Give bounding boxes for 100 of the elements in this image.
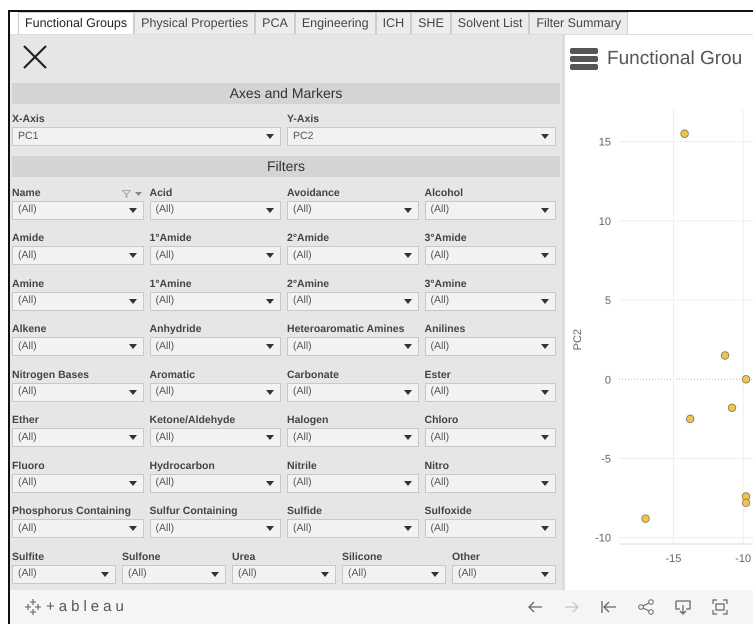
filter-label: 1°Amide — [150, 232, 192, 246]
tab[interactable]: Engineering — [294, 12, 376, 34]
section-header: Filters — [12, 156, 560, 176]
filter-label: Nitro — [424, 460, 449, 474]
filter-label: Ether — [12, 414, 39, 428]
caret-icon — [266, 208, 274, 213]
caret-icon — [266, 253, 274, 258]
filter-dropdown[interactable]: (All) — [150, 428, 281, 448]
tab[interactable]: ICH — [376, 12, 412, 34]
axis-tick-label: 15 — [598, 136, 611, 148]
fullscreen-icon[interactable] — [711, 598, 729, 616]
data-point[interactable] — [728, 403, 736, 412]
filter-label: 1°Amine — [150, 278, 192, 292]
filter-dropdown[interactable]: (All) — [452, 564, 556, 584]
filter-label: Fluoro — [12, 460, 45, 474]
tab[interactable]: Filter Summary — [529, 12, 628, 34]
filter-dropdown[interactable]: (All) — [232, 564, 336, 584]
filter-dropdown[interactable]: (All) — [150, 292, 281, 311]
logo-icon — [24, 598, 42, 616]
axis-tick-label: 5 — [604, 294, 611, 307]
filter-dropdown[interactable]: (All) — [150, 519, 281, 538]
filter-dropdown[interactable]: (All) — [12, 246, 144, 266]
filter-dropdown[interactable]: (All) — [287, 200, 418, 220]
caret-icon — [404, 480, 412, 486]
caret-icon — [404, 344, 412, 350]
caret-icon — [266, 298, 274, 304]
caret-icon — [128, 208, 136, 213]
filter-dropdown[interactable]: (All) — [287, 292, 418, 311]
caret-icon[interactable] — [134, 192, 142, 196]
filter-dropdown[interactable]: (All) — [424, 337, 556, 356]
filter-dropdown[interactable]: (All) — [287, 382, 418, 402]
caret-icon — [541, 572, 549, 577]
filter-label: Carbonate — [287, 368, 339, 383]
filter-dropdown[interactable]: (All) — [342, 564, 446, 584]
filter-dropdown[interactable]: (All) — [12, 382, 144, 402]
filter-label: Ester — [424, 368, 451, 383]
tab[interactable]: SHE — [411, 12, 451, 34]
filter-label: 2°Amine — [287, 278, 330, 292]
caret-icon — [321, 572, 329, 577]
filter-dropdown[interactable]: (All) — [150, 382, 281, 402]
filter-dropdown[interactable]: (All) — [287, 246, 418, 266]
data-point[interactable] — [742, 498, 750, 507]
filter-dropdown[interactable]: (All) — [12, 292, 144, 311]
chart-title: Functional Grou — [607, 47, 742, 71]
filter-dropdown[interactable]: (All) — [12, 519, 144, 538]
caret-icon — [404, 526, 412, 532]
download-icon[interactable] — [674, 598, 692, 616]
filter-label: Sulfite — [12, 550, 44, 565]
caret-icon — [541, 253, 549, 258]
axis-tick-label: 0 — [604, 374, 611, 386]
share-icon[interactable] — [637, 598, 655, 616]
filter-dropdown[interactable]: (All) — [150, 337, 281, 356]
filter-dropdown[interactable]: (All) — [12, 564, 116, 584]
filter-dropdown[interactable]: (All) — [424, 382, 556, 402]
filter-dropdown[interactable]: (All) — [424, 474, 556, 493]
filter-dropdown[interactable]: (All) — [150, 474, 281, 493]
data-point[interactable] — [742, 374, 750, 383]
tab[interactable]: Physical Properties — [134, 12, 256, 34]
filter-label: Chloro — [424, 414, 458, 428]
caret-icon — [404, 253, 412, 258]
filter-dropdown[interactable]: (All) — [424, 428, 556, 448]
filter-dropdown[interactable]: (All) — [424, 246, 556, 266]
caret-icon — [404, 390, 412, 395]
filter-dropdown[interactable]: (All) — [122, 564, 226, 584]
filter-dropdown[interactable]: (All) — [150, 246, 281, 266]
filter-dropdown[interactable]: (All) — [287, 337, 418, 356]
filter-label: Amide — [12, 232, 44, 246]
data-point[interactable] — [720, 350, 730, 360]
section-header: Axes and Markers — [12, 82, 560, 104]
filter-dropdown[interactable]: PC2 — [287, 127, 556, 146]
filter-dropdown[interactable]: (All) — [287, 519, 418, 538]
filter-dropdown[interactable]: (All) — [12, 474, 144, 493]
filter-dropdown[interactable]: (All) — [424, 292, 556, 311]
stack-icon[interactable] — [569, 47, 599, 72]
first-page-icon[interactable] — [600, 598, 618, 616]
caret-icon — [541, 298, 549, 304]
filter-dropdown[interactable]: (All) — [424, 519, 556, 538]
filter-dropdown[interactable]: (All) — [12, 337, 144, 356]
filter-label: 3°Amide — [424, 232, 467, 246]
data-point[interactable] — [680, 129, 689, 138]
filter-dropdown[interactable]: (All) — [12, 428, 144, 448]
filter-label: Acid — [150, 186, 172, 201]
filter-dropdown[interactable]: (All) — [12, 200, 144, 220]
data-point[interactable] — [686, 414, 694, 423]
filter-dropdown[interactable]: (All) — [424, 200, 556, 220]
filter-dropdown[interactable]: (All) — [287, 474, 418, 493]
filter-label: Nitrile — [287, 460, 317, 474]
tab[interactable]: Solvent List — [450, 12, 530, 34]
close-icon[interactable] — [22, 44, 48, 70]
filter-dropdown[interactable]: (All) — [287, 428, 418, 448]
caret-icon — [541, 208, 549, 213]
tab[interactable]: PCA — [255, 12, 295, 34]
filter-dropdown[interactable]: (All) — [150, 200, 281, 220]
tab[interactable]: Functional Groups — [18, 12, 134, 34]
data-point[interactable] — [641, 514, 650, 522]
caret-icon — [404, 208, 412, 213]
filter-label: Other — [452, 550, 480, 565]
caret-icon — [128, 435, 136, 440]
filter-dropdown[interactable]: PC1 — [12, 127, 281, 146]
caret-icon — [266, 134, 274, 140]
